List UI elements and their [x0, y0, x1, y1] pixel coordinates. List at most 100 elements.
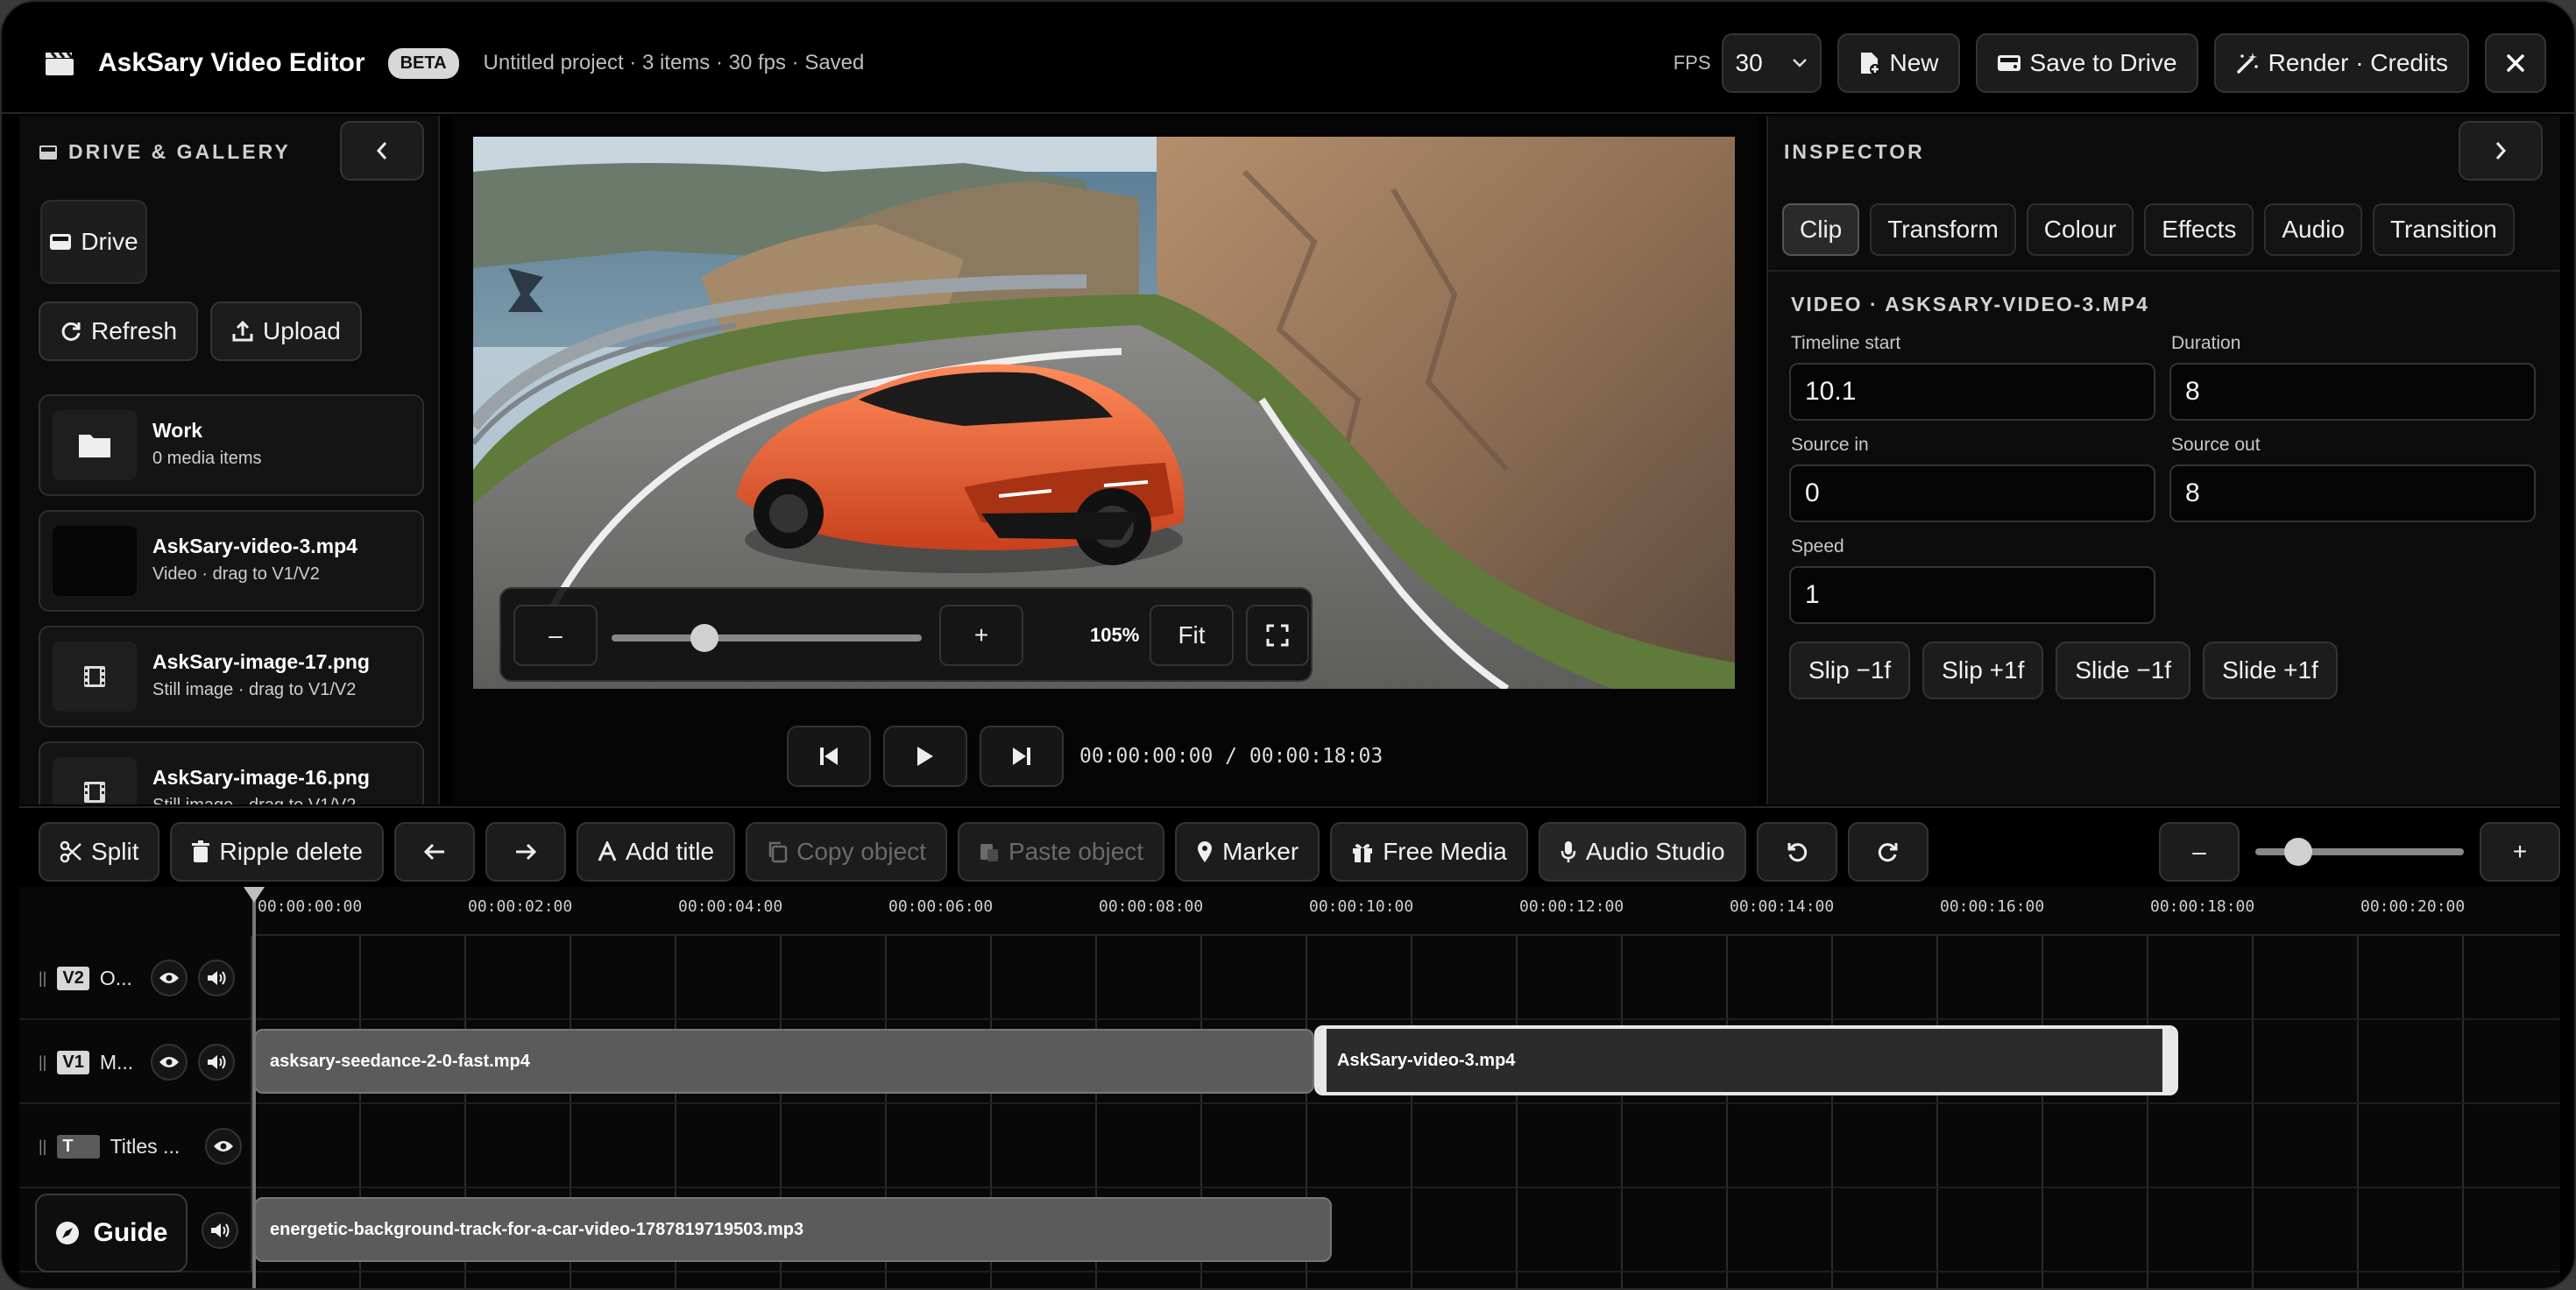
- track-audio: energetic-background-track-for-a-car-vid…: [19, 1188, 2560, 1272]
- eye-icon[interactable]: [204, 1128, 242, 1165]
- slide-minus-button[interactable]: Slide −1f: [2056, 641, 2191, 699]
- media-item-image-17[interactable]: AskSary-image-17.png Still image · drag …: [39, 626, 424, 727]
- app-title: AskSary Video Editor: [98, 48, 365, 77]
- timeline-zoom-out-button[interactable]: –: [2159, 822, 2240, 882]
- marker-button[interactable]: Marker: [1175, 822, 1320, 882]
- save-to-drive-button[interactable]: Save to Drive: [1975, 33, 2198, 93]
- duration-input[interactable]: 8: [2169, 363, 2536, 421]
- track-name: Titles ...: [110, 1134, 180, 1158]
- ripple-delete-button[interactable]: Ripple delete: [170, 822, 384, 882]
- ruler-tick-label: 00:00:04:00: [678, 897, 783, 916]
- source-in-input[interactable]: 0: [1789, 464, 2155, 522]
- split-button[interactable]: Split: [39, 822, 160, 882]
- audio-clip[interactable]: energetic-background-track-for-a-car-vid…: [254, 1197, 1332, 1262]
- refresh-button[interactable]: Refresh: [39, 301, 199, 361]
- preview-viewer: – + 105% Fit 00:00:00:00 / 00:00:18:03: [452, 116, 1758, 804]
- trash-icon: [192, 840, 210, 862]
- zoom-slider-handle[interactable]: [690, 624, 719, 652]
- eye-icon[interactable]: [150, 1044, 188, 1081]
- speed-input[interactable]: 1: [1789, 566, 2155, 624]
- media-item-video[interactable]: AskSary-video-3.mp4 Video · drag to V1/V…: [39, 510, 424, 612]
- speaker-icon[interactable]: [197, 960, 235, 996]
- clip-header: VIDEO · ASKSARY-VIDEO-3.MP4: [1791, 293, 2149, 315]
- paste-object-button[interactable]: Paste object: [957, 822, 1165, 882]
- tab-effects[interactable]: Effects: [2144, 203, 2254, 256]
- timeline-clip[interactable]: asksary-seedance-2-0-fast.mp4: [254, 1029, 1314, 1094]
- media-sub: Still image · drag to V1/V2: [152, 796, 356, 804]
- collapse-left-button[interactable]: [340, 121, 424, 181]
- skip-back-button[interactable]: [787, 726, 871, 787]
- close-button[interactable]: [2485, 33, 2546, 93]
- time-ruler[interactable]: 00:00:00:00 00:00:02:00 00:00:04:00 00:00:0…: [254, 887, 2560, 936]
- clip-label: AskSary-video-3.mp4: [1337, 1050, 1516, 1070]
- slide-plus-button[interactable]: Slide +1f: [2203, 641, 2338, 699]
- timeline-zoom-handle[interactable]: [2284, 838, 2313, 866]
- drag-handle-icon[interactable]: ||: [39, 969, 46, 988]
- timeline-start-input[interactable]: 10.1: [1789, 363, 2155, 421]
- free-media-button[interactable]: Free Media: [1330, 822, 1528, 882]
- split-label: Split: [91, 838, 139, 865]
- video-preview[interactable]: – + 105% Fit: [473, 137, 1735, 689]
- inspector-tabs: Clip Transform Colour Effects Audio Tran…: [1782, 203, 2515, 256]
- add-title-button[interactable]: Add title: [576, 822, 736, 882]
- media-item-image-16[interactable]: AskSary-image-16.png Still image · drag …: [39, 741, 424, 804]
- playhead-handle[interactable]: [244, 887, 265, 903]
- slip-minus-button[interactable]: Slip −1f: [1789, 641, 1911, 699]
- nudge-right-button[interactable]: [485, 822, 566, 882]
- new-project-button[interactable]: New: [1836, 33, 1960, 93]
- zoom-out-button[interactable]: –: [513, 605, 598, 666]
- duration-label: Duration: [2171, 333, 2241, 353]
- render-credits-button[interactable]: Render · Credits: [2213, 33, 2469, 93]
- speaker-icon[interactable]: [202, 1212, 238, 1249]
- zoom-track[interactable]: [612, 634, 922, 641]
- undo-button[interactable]: [1756, 822, 1837, 882]
- track-name: O...: [99, 966, 132, 989]
- zoom-percent: 105%: [1090, 624, 1140, 646]
- nudge-left-button[interactable]: [393, 822, 475, 882]
- tab-audio[interactable]: Audio: [2264, 203, 2362, 256]
- fps-label: FPS: [1673, 52, 1711, 74]
- drag-handle-icon[interactable]: ||: [39, 1138, 46, 1156]
- drive-tab[interactable]: Drive: [40, 200, 147, 284]
- fit-button[interactable]: Fit: [1150, 605, 1234, 666]
- panel-title: DRIVE & GALLERY: [68, 140, 291, 163]
- media-name: Work: [152, 419, 203, 442]
- timeline-clip-selected[interactable]: AskSary-video-3.mp4: [1314, 1025, 2178, 1095]
- paste-object-label: Paste object: [1008, 838, 1144, 865]
- redo-button[interactable]: [1847, 822, 1928, 882]
- guide-button[interactable]: Guide: [35, 1194, 188, 1272]
- timeline-zoom-in-button[interactable]: +: [2480, 822, 2560, 882]
- zoom-in-button[interactable]: +: [939, 605, 1023, 666]
- speaker-icon[interactable]: [197, 1044, 235, 1081]
- media-sub: 0 media items: [152, 449, 262, 468]
- drag-handle-icon[interactable]: ||: [39, 1053, 46, 1072]
- copy-object-button[interactable]: Copy object: [746, 822, 947, 882]
- media-name: AskSary-image-16.png: [152, 766, 370, 789]
- audio-studio-label: Audio Studio: [1585, 838, 1725, 865]
- skip-forward-button[interactable]: [980, 726, 1064, 787]
- slip-plus-button[interactable]: Slip +1f: [1922, 641, 2044, 699]
- track-v2: || V2 O...: [19, 936, 2560, 1020]
- tab-colour[interactable]: Colour: [2026, 203, 2134, 256]
- tab-clip[interactable]: Clip: [1782, 203, 1860, 256]
- media-folder-work[interactable]: Work 0 media items: [39, 394, 424, 496]
- project-status: Untitled project · 3 items · 30 fps · Sa…: [483, 51, 865, 74]
- collapse-right-button[interactable]: [2459, 121, 2543, 181]
- timeline-zoom-slider[interactable]: [2255, 822, 2464, 882]
- ruler-tick-label: 00:00:14:00: [1730, 897, 1835, 916]
- zoom-controls: – + 105% Fit: [499, 587, 1313, 682]
- fps-select[interactable]: 30: [1721, 33, 1822, 93]
- eye-icon[interactable]: [150, 960, 188, 996]
- audio-studio-button[interactable]: Audio Studio: [1538, 822, 1746, 882]
- clapperboard-icon: [46, 52, 74, 75]
- play-button[interactable]: [883, 726, 967, 787]
- tab-transform[interactable]: Transform: [1870, 203, 2016, 256]
- tab-transition[interactable]: Transition: [2372, 203, 2515, 256]
- upload-button[interactable]: Upload: [210, 301, 362, 361]
- fullscreen-button[interactable]: [1246, 605, 1309, 666]
- playhead[interactable]: [252, 887, 256, 1288]
- magic-wand-icon: [2236, 53, 2258, 74]
- source-out-input[interactable]: 8: [2169, 464, 2536, 522]
- track-key: V1: [57, 1050, 89, 1074]
- ruler-tick-label: 00:00:12:00: [1519, 897, 1624, 916]
